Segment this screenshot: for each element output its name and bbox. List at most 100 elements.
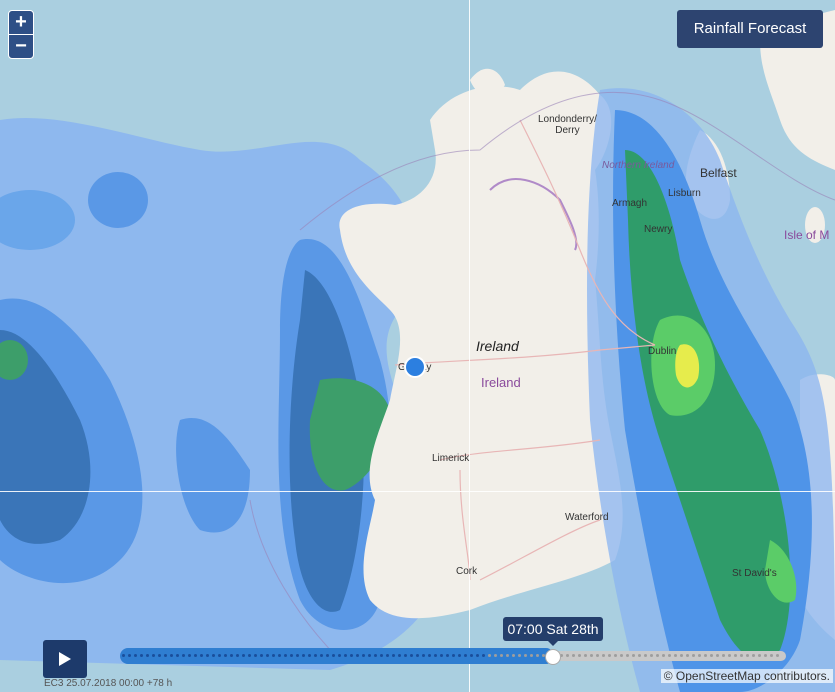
timeline-step-dot <box>518 654 521 657</box>
timeline-step-dot <box>422 654 425 657</box>
timeline-thumb[interactable] <box>545 649 561 665</box>
timeline-step-dot <box>488 654 491 657</box>
timeline-step-dot <box>692 654 695 657</box>
label-lisburn: Lisburn <box>668 188 701 199</box>
timeline-step-dot <box>200 654 203 657</box>
timeline-step-dot <box>164 654 167 657</box>
map[interactable]: Londonderry/ Derry Northern Ireland Belf… <box>0 0 835 692</box>
timeline-step-dot <box>254 654 257 657</box>
timeline-step-dot <box>122 654 125 657</box>
label-limerick: Limerick <box>432 453 470 464</box>
timeline-step-dot <box>362 654 365 657</box>
timeline-step-dot <box>284 654 287 657</box>
timeline-step-dot <box>590 654 593 657</box>
timeline-step-dot <box>386 654 389 657</box>
timeline-step-dot <box>740 654 743 657</box>
timeline-step-dot <box>308 654 311 657</box>
timeline-step-dot <box>218 654 221 657</box>
current-time-tooltip: 07:00 Sat 28th <box>503 617 603 646</box>
timeline-step-dot <box>248 654 251 657</box>
timeline-step-dot <box>620 654 623 657</box>
timeline-step-dot <box>428 654 431 657</box>
timeline-step-dot <box>458 654 461 657</box>
timeline-step-dot <box>290 654 293 657</box>
timeline-step-dot <box>320 654 323 657</box>
label-armagh: Armagh <box>612 198 648 209</box>
timeline-step-dot <box>752 654 755 657</box>
timeline-step-dot <box>128 654 131 657</box>
label-northern-ireland: Northern Ireland <box>602 160 675 171</box>
timeline-step-dot <box>242 654 245 657</box>
timeline-step-dot <box>356 654 359 657</box>
timeline-step-dot <box>734 654 737 657</box>
timeline-step-dot <box>596 654 599 657</box>
timeline-step-dot <box>452 654 455 657</box>
timeline-step-dot <box>668 654 671 657</box>
timeline-step-dot <box>230 654 233 657</box>
zoom-out-button[interactable]: − <box>9 35 33 58</box>
timeline-step-dot <box>698 654 701 657</box>
crosshair-horizontal <box>0 491 835 492</box>
map-canvas[interactable] <box>0 0 835 692</box>
timeline-step-dot <box>434 654 437 657</box>
timeline-step-dot <box>302 654 305 657</box>
timeline-step-dot <box>338 654 341 657</box>
timeline-step-dot <box>710 654 713 657</box>
model-run-info: EC3 25.07.2018 00:00 +78 h <box>44 678 173 689</box>
timeline-step-dot <box>314 654 317 657</box>
play-button[interactable] <box>43 640 87 678</box>
label-st-davids: St David's <box>732 568 777 579</box>
timeline-step-dot <box>212 654 215 657</box>
timeline-step-dot <box>638 654 641 657</box>
timeline-step-dot <box>170 654 173 657</box>
label-belfast: Belfast <box>700 166 737 180</box>
timeline-step-dot <box>656 654 659 657</box>
label-isle-of-man: Isle of M <box>784 228 830 242</box>
timeline-step-dot <box>440 654 443 657</box>
timeline-step-dot <box>758 654 761 657</box>
zoom-in-button[interactable]: + <box>9 11 33 35</box>
timeline-step-dot <box>566 654 569 657</box>
timeline-step-dot <box>206 654 209 657</box>
timeline-step-dot <box>134 654 137 657</box>
timeline-step-dot <box>446 654 449 657</box>
timeline-step-dot <box>224 654 227 657</box>
timeline-step-dot <box>716 654 719 657</box>
timeline-step-dot <box>260 654 263 657</box>
timeline-step-dot <box>524 654 527 657</box>
timeline-step-dot <box>482 654 485 657</box>
timeline-step-dot <box>530 654 533 657</box>
timeline-step-dot <box>626 654 629 657</box>
timeline-step-dot <box>662 654 665 657</box>
timeline-step-dot <box>746 654 749 657</box>
timeline-step-dot <box>704 654 707 657</box>
timeline-step-dot <box>416 654 419 657</box>
timeline-step-dot <box>392 654 395 657</box>
timeline-step-dot <box>764 654 767 657</box>
timeline-step-dot <box>512 654 515 657</box>
attribution[interactable]: © OpenStreetMap contributors. <box>660 669 833 683</box>
timeline-step-dot <box>272 654 275 657</box>
rainfall-forecast-button[interactable]: Rainfall Forecast <box>677 10 823 48</box>
timeline-step-dot <box>644 654 647 657</box>
timeline-step-dot <box>374 654 377 657</box>
label-newry: Newry <box>644 224 673 235</box>
timeline-step-dot <box>158 654 161 657</box>
timeline-step-dot <box>278 654 281 657</box>
timeline-step-dot <box>236 654 239 657</box>
timeline-step-dot <box>506 654 509 657</box>
timeline-step-dot <box>368 654 371 657</box>
location-marker[interactable] <box>404 356 426 378</box>
timeline-step-dot <box>728 654 731 657</box>
timeline-step-dot <box>464 654 467 657</box>
timeline-step-dot <box>602 654 605 657</box>
timeline-step-dot <box>404 654 407 657</box>
label-londonderry: Londonderry/ Derry <box>538 114 597 136</box>
timeline-step-dot <box>152 654 155 657</box>
timeline-step-dot <box>776 654 779 657</box>
timeline-step-dot <box>470 654 473 657</box>
timeline-step-dot <box>632 654 635 657</box>
label-ireland-country: Ireland <box>476 338 519 354</box>
timeline-step-dot <box>188 654 191 657</box>
timeline-step-dot <box>410 654 413 657</box>
